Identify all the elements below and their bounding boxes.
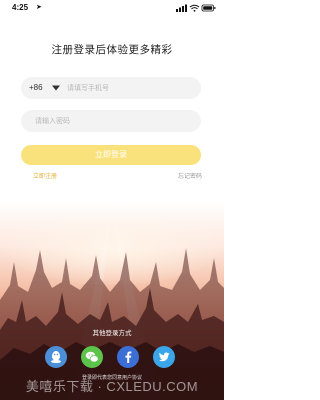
signal-icon [176,4,187,12]
facebook-login-button[interactable] [117,346,139,368]
concert-crowd-background [0,0,224,400]
login-screen: 4:25 ➤ 注册登录后体验更多精彩 +86 请填写手机号 立即登录 立即注册 … [0,0,224,400]
facebook-icon [125,351,132,363]
wifi-icon [189,4,200,12]
phone-field: +86 [21,77,201,99]
password-input[interactable] [35,113,193,129]
forgot-password-link[interactable]: 忘记密码 [178,171,202,180]
login-button[interactable]: 立即登录 [21,145,201,165]
register-link[interactable]: 立即注册 [33,171,57,180]
status-bar: 4:25 ➤ [0,0,224,16]
qq-login-button[interactable] [45,346,67,368]
watermark-text: 美嘻乐下载 · CXLEDU.COM [25,379,199,394]
country-code-selector[interactable]: +86 [29,83,43,92]
phone-input[interactable] [67,80,193,96]
page-title: 注册登录后体验更多精彩 [51,44,173,56]
status-icons [176,4,216,12]
qq-icon [51,351,61,364]
battery-icon [201,4,216,12]
twitter-icon [159,352,170,362]
chevron-down-icon[interactable] [52,85,60,91]
wechat-icon [85,351,99,363]
password-field [21,110,201,132]
wechat-login-button[interactable] [81,346,103,368]
status-time: 4:25 [12,3,29,12]
other-login-title: 其他登录方式 [92,330,132,337]
location-arrow-icon: ➤ [36,4,42,11]
twitter-login-button[interactable] [153,346,175,368]
